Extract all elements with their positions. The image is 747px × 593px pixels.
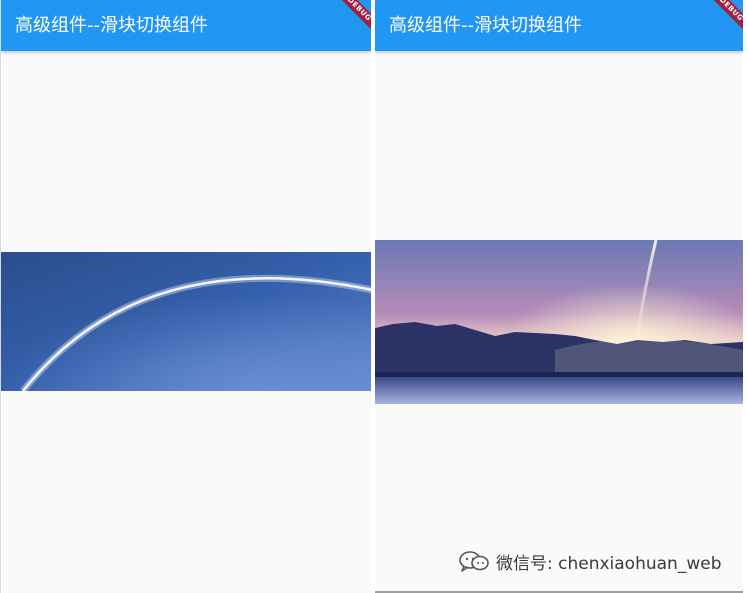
phone-screen-left: 高级组件--滑块切换组件 DEBUG bbox=[0, 0, 371, 593]
debug-banner-label: DEBUG bbox=[709, 0, 743, 34]
screenshot-stage: 高级组件--滑块切换组件 DEBUG 高级组件--滑块切换组件 DEBUG 微信… bbox=[0, 0, 747, 593]
mountain-sunset-image bbox=[375, 240, 743, 404]
app-bar-title: 高级组件--滑块切换组件 bbox=[389, 15, 582, 36]
debug-banner: DEBUG bbox=[337, 0, 371, 34]
app-bar: 高级组件--滑块切换组件 DEBUG bbox=[375, 0, 743, 51]
watermark-text: 微信号: chenxiaohuan_web bbox=[496, 553, 722, 574]
debug-banner: DEBUG bbox=[709, 0, 743, 34]
debug-banner-label: DEBUG bbox=[337, 0, 371, 34]
phone-screen-right: 高级组件--滑块切换组件 DEBUG bbox=[375, 0, 743, 593]
wechat-icon bbox=[459, 551, 489, 572]
sky-arc-image bbox=[1, 252, 371, 391]
watermark: 微信号: chenxiaohuan_web bbox=[458, 548, 721, 574]
app-bar: 高级组件--滑块切换组件 DEBUG bbox=[1, 0, 371, 51]
app-bar-title: 高级组件--滑块切换组件 bbox=[15, 15, 208, 36]
carousel-slide-mountain-sunset[interactable] bbox=[375, 240, 743, 404]
carousel-slide-sky-arc[interactable] bbox=[1, 252, 371, 391]
